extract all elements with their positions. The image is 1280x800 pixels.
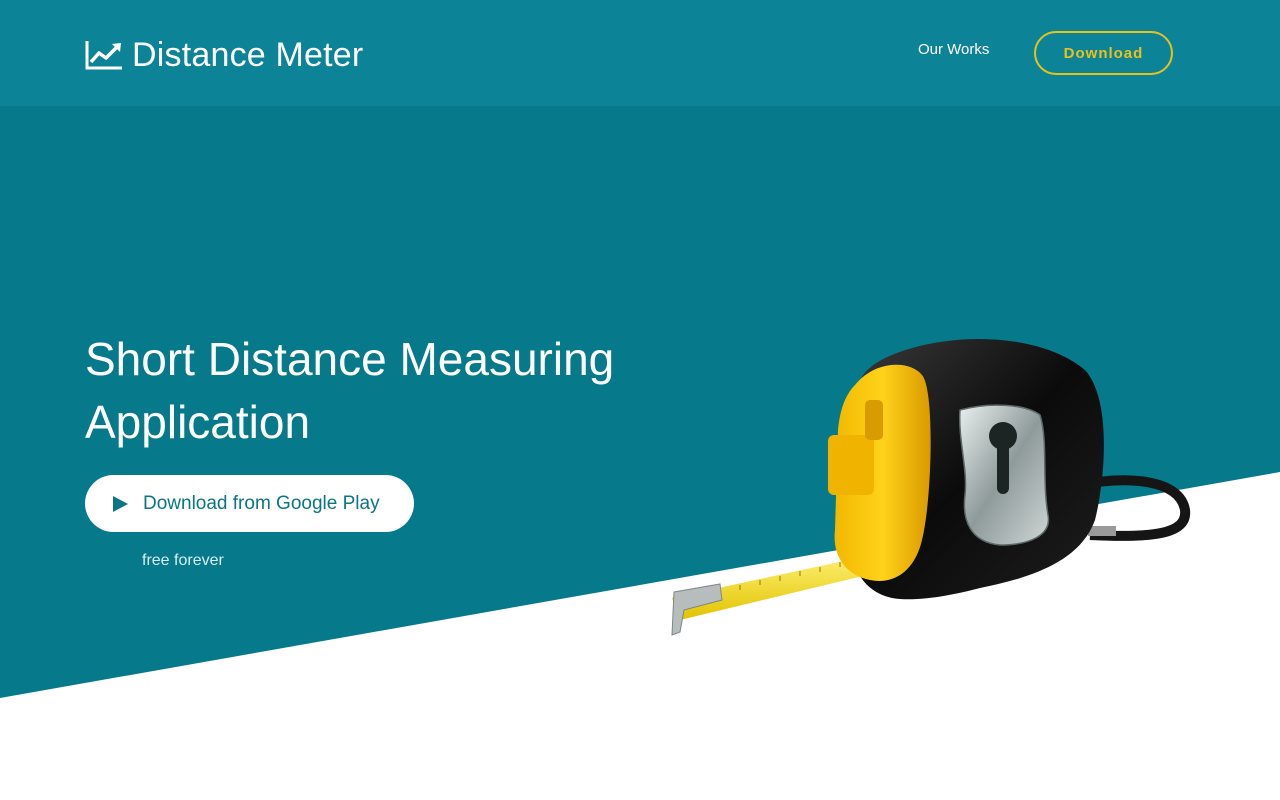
nav-link-our-works[interactable]: Our Works [918,41,989,58]
hero-title-line-1: Short Distance Measuring [85,333,615,385]
play-icon [113,495,128,512]
brand-logo-link[interactable]: Distance Meter [85,34,363,76]
chart-line-icon [85,40,123,70]
hero-title-line-2: Application [85,396,311,448]
landing-page: Distance Meter Our Works Download Short … [0,0,1280,800]
hero-title: Short Distance Measuring Application [85,328,705,454]
brand-name: Distance Meter [132,36,364,74]
google-play-download-button[interactable]: Download from Google Play [85,475,414,532]
free-forever-note: free forever [142,552,224,569]
google-play-button-label: Download from Google Play [143,492,380,514]
nav-download-button[interactable]: Download [1034,31,1173,75]
top-navbar: Distance Meter Our Works Download [0,0,1280,106]
tape-measure-illustration [671,338,1191,636]
